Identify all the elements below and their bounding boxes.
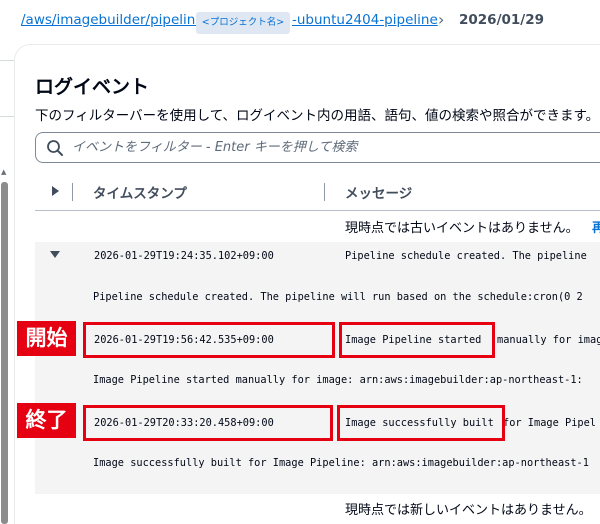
column-header-timestamp[interactable]: タイムスタンプ [93, 182, 187, 202]
retry-link[interactable]: 再 [592, 217, 600, 236]
breadcrumb-separator-icon: › [438, 10, 445, 29]
detail-message-start-full: Image Pipeline started manually for imag… [93, 374, 583, 386]
breadcrumb: /aws/imagebuilder/pipeline/ <プロジェクト名> -u… [0, 0, 600, 44]
search-icon [47, 140, 63, 156]
expand-all-caret-icon[interactable] [48, 183, 62, 199]
column-divider [72, 183, 73, 201]
scroll-up-arrow-icon[interactable]: ▲ [1, 168, 6, 176]
no-older-events-notice: 現時点では古いイベントはありません。 [345, 221, 579, 236]
annotation-end-label: 終了 [17, 403, 76, 438]
detail-message-start-tail: manually for imag [497, 334, 600, 346]
collapse-caret-icon[interactable] [48, 248, 62, 260]
breadcrumb-log-group-suffix-link[interactable]: -ubuntu2404-pipeline [292, 12, 438, 28]
event-timestamp: 2026-01-29T19:24:35.102+09:00 [94, 250, 274, 262]
left-scrollbar[interactable]: ▲ [0, 168, 10, 524]
event-message-preview: Pipeline schedule created. The pipeline [345, 250, 587, 262]
column-header-message[interactable]: メッセージ [345, 182, 412, 202]
left-rail-divider [0, 116, 14, 117]
annotation-start-message-box [339, 322, 495, 358]
scrollbar-thumb[interactable] [1, 182, 8, 524]
annotation-start-label: 開始 [17, 321, 76, 356]
annotation-end-message-box [337, 405, 505, 441]
filter-search-box[interactable] [35, 132, 600, 163]
left-rail-divider [0, 60, 14, 61]
table-header-rule [35, 210, 600, 211]
page-description: 下のフィルターバーを使用して、ログイベント内の用語、語句、値の検索や照合ができま… [35, 108, 600, 124]
no-newer-events-notice: 現時点では新しいイベントはありません。 [345, 503, 592, 518]
event-message-full: Pipeline schedule created. The pipeline … [93, 291, 583, 303]
annotation-start-timestamp-box [83, 322, 335, 358]
filter-search-input[interactable] [72, 133, 600, 162]
detail-message-end-full: Image successfully built for Image Pipel… [93, 457, 589, 469]
breadcrumb-current-stream: 2026/01/29 [459, 12, 545, 28]
annotation-end-timestamp-box [83, 405, 333, 441]
breadcrumb-log-group-link[interactable]: /aws/imagebuilder/pipeline/ [21, 12, 208, 28]
detail-message-end-tail: for Image Pipel [503, 417, 596, 429]
project-name-placeholder-badge: <プロジェクト名> [196, 12, 290, 34]
page-title: ログイベント [35, 76, 150, 98]
column-divider[interactable] [324, 183, 325, 201]
